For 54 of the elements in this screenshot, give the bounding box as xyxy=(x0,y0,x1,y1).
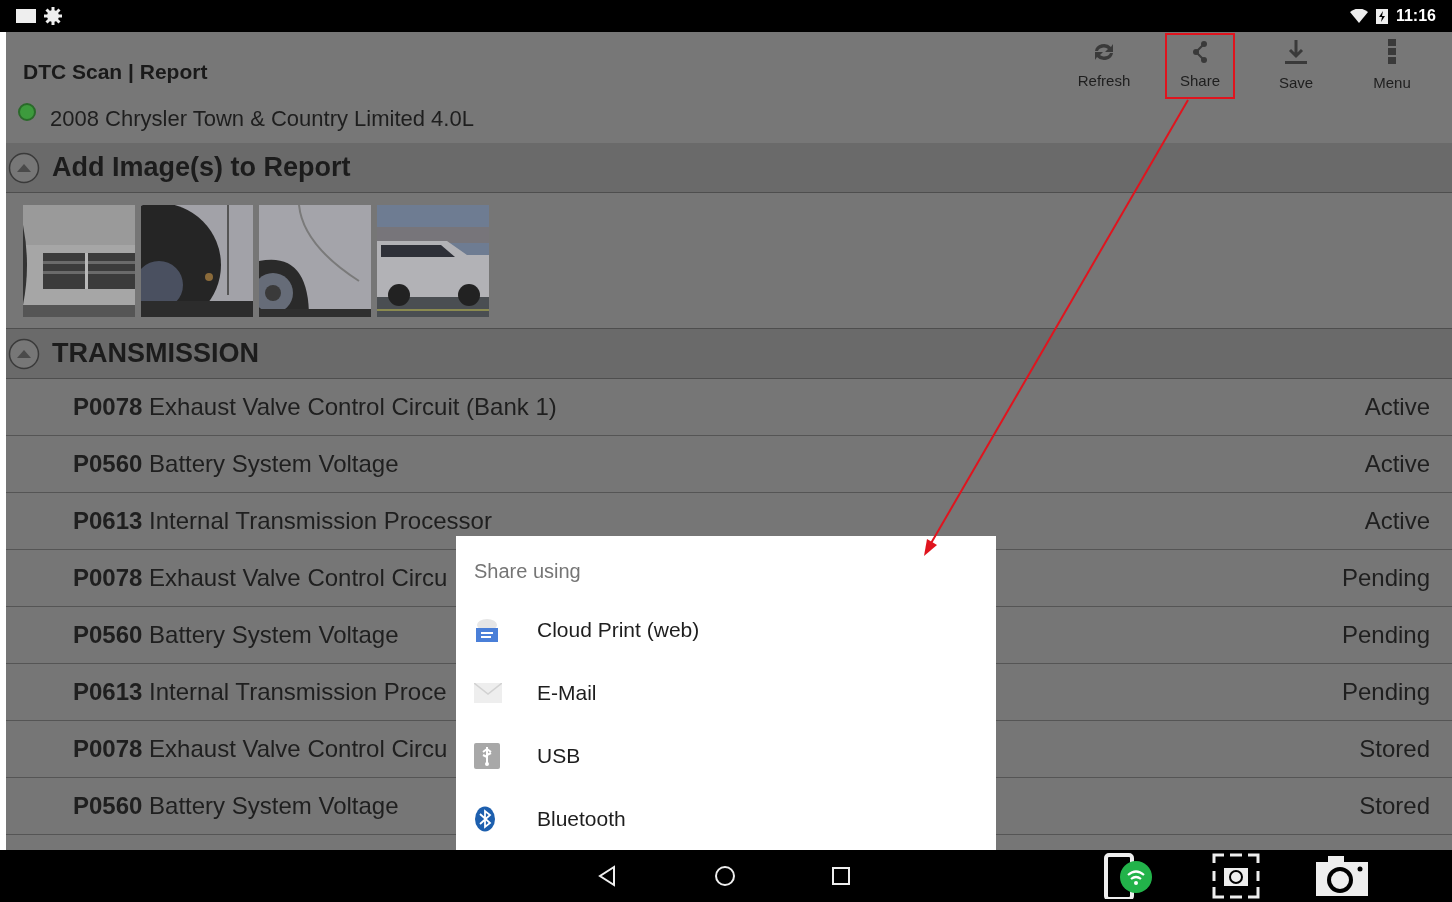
printer-icon xyxy=(474,616,500,643)
gear-icon xyxy=(44,7,62,25)
share-option-label: Cloud Print (web) xyxy=(537,616,700,643)
section-header[interactable]: TRANSMISSION xyxy=(6,329,1452,379)
battery-icon xyxy=(1375,8,1388,24)
dtc-entry: P0078 Exhaust Valve Control Circu xyxy=(73,734,448,764)
dtc-entry: P0560 Battery System Voltage xyxy=(73,791,399,821)
section-title: TRANSMISSION xyxy=(52,337,259,371)
dtc-entry: P0560 Battery System Voltage xyxy=(73,620,399,650)
dtc-status: Pending xyxy=(1341,677,1430,707)
dtc-status: Active xyxy=(1364,392,1430,422)
dtc-entry: P0078 Exhaust Valve Control Circuit (Bank 1) xyxy=(73,392,557,422)
dtc-row[interactable]: P0560 Battery System Voltage Active xyxy=(6,436,1452,493)
screen-title: DTC Scan | Report xyxy=(23,59,209,85)
dtc-status: Active xyxy=(1364,449,1430,479)
dtc-status: Stored xyxy=(1359,791,1430,821)
home-icon[interactable] xyxy=(714,865,736,887)
share-icon xyxy=(1191,39,1209,64)
share-option[interactable]: USB xyxy=(456,724,996,787)
toolbar-button[interactable]: Share xyxy=(1165,33,1235,99)
screenshot-icon[interactable] xyxy=(1212,853,1260,899)
dtc-status: Stored xyxy=(1359,734,1430,764)
dtc-entry: P0560 Battery System Voltage xyxy=(73,449,399,479)
vehicle-name: 2008 Chrysler Town & Country Limited 4.0L xyxy=(50,104,474,133)
section-header[interactable]: Add Image(s) to Report xyxy=(6,143,1452,193)
camera-icon[interactable] xyxy=(1316,856,1368,896)
dtc-entry: P0613 Internal Transmission Processor xyxy=(73,506,492,536)
dtc-status: Active xyxy=(1364,506,1430,536)
download-icon xyxy=(1284,37,1308,66)
recents-icon[interactable] xyxy=(832,867,850,885)
dtc-status: Pending xyxy=(1341,563,1430,593)
toolbar-button[interactable]: Menu xyxy=(1357,33,1427,99)
dtc-status: Pending xyxy=(1341,620,1430,650)
usb-icon xyxy=(474,742,500,769)
dialog-title: Share using xyxy=(474,559,582,584)
share-option-label: Bluetooth xyxy=(537,805,626,832)
dtc-entry: P0613 Internal Transmission Proce xyxy=(73,677,447,707)
screen-icon xyxy=(16,9,36,23)
share-option[interactable]: E-Mail xyxy=(456,661,996,724)
clock: 11:16 xyxy=(1395,6,1436,26)
dtc-entry: P0078 Exhaust Valve Control Circu xyxy=(73,563,448,593)
share-option[interactable]: Cloud Print (web) xyxy=(456,598,996,661)
dtc-row[interactable]: P0078 Exhaust Valve Control Circuit (Bank 1) Active xyxy=(6,379,1452,436)
envelope-icon xyxy=(474,682,502,703)
share-option[interactable]: Bluetooth xyxy=(456,787,996,850)
wifi-icon xyxy=(1349,9,1368,23)
section-title: Add Image(s) to Report xyxy=(52,151,351,185)
bluetooth-icon xyxy=(474,805,496,832)
back-icon[interactable] xyxy=(596,865,618,887)
toolbar-button[interactable]: Refresh xyxy=(1069,33,1139,99)
share-option-label: E-Mail xyxy=(537,679,597,706)
more-icon xyxy=(1388,37,1396,66)
toolbar-button[interactable]: Save xyxy=(1261,33,1331,99)
share-option-label: USB xyxy=(537,742,581,769)
